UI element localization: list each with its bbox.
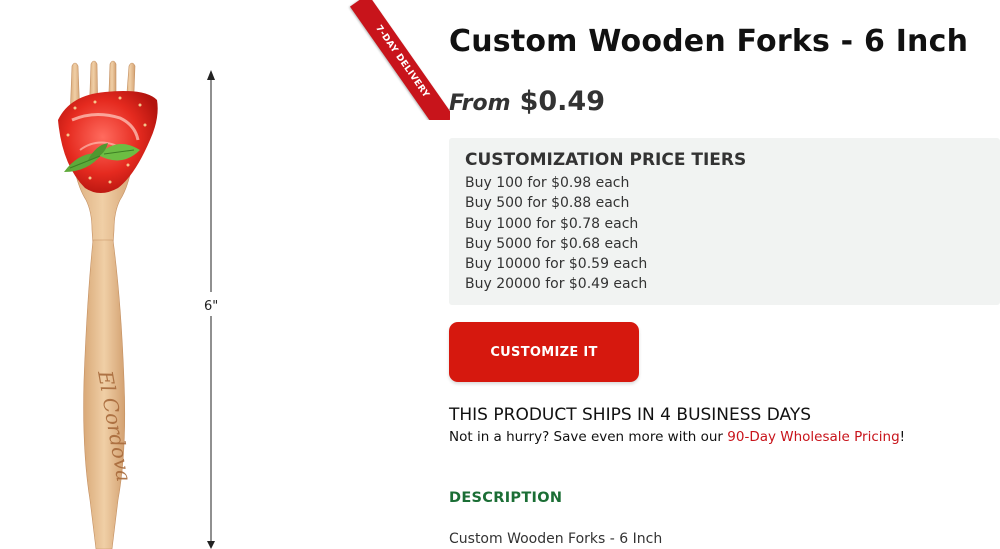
- dimension-label: 6": [204, 299, 219, 314]
- shipping-heading: THIS PRODUCT SHIPS IN 4 BUSINESS DAYS: [449, 405, 812, 425]
- ribbon-label: 7-DAY DELIVERY: [373, 23, 431, 100]
- price-tier-row: Buy 5000 for $0.68 each: [465, 235, 639, 252]
- description-text: Custom Wooden Forks - 6 Inch: [449, 531, 663, 547]
- description-heading: DESCRIPTION: [449, 490, 563, 506]
- delivery-ribbon: 7-DAY DELIVERY: [340, 0, 450, 120]
- price-prefix: From: [449, 91, 511, 116]
- product-title: Custom Wooden Forks - 6 Inch: [449, 24, 969, 59]
- price-tier-row: Buy 20000 for $0.49 each: [465, 276, 648, 293]
- customize-it-button[interactable]: CUSTOMIZE IT: [449, 322, 639, 382]
- ribbon-band: 7-DAY DELIVERY: [349, 0, 450, 120]
- price-tier-row: Buy 10000 for $0.59 each: [465, 256, 648, 273]
- wholesale-pricing-link[interactable]: 90-Day Wholesale Pricing: [727, 429, 899, 445]
- price-tiers-panel: CUSTOMIZATION PRICE TIERS Buy 100 for $0…: [449, 138, 1000, 305]
- shipping-note-end: !: [899, 429, 906, 445]
- price-line: From $0.49: [449, 86, 605, 117]
- price-tier-row: Buy 500 for $0.88 each: [465, 195, 630, 212]
- shipping-note: Not in a hurry? Save even more with our …: [449, 429, 905, 445]
- price-tier-row: Buy 100 for $0.98 each: [465, 175, 630, 191]
- price-tiers-heading: CUSTOMIZATION PRICE TIERS: [465, 150, 747, 170]
- shipping-note-text: Not in a hurry? Save even more with our: [449, 429, 728, 445]
- price-tier-row: Buy 1000 for $0.78 each: [465, 215, 639, 232]
- price-value: $0.49: [519, 86, 605, 117]
